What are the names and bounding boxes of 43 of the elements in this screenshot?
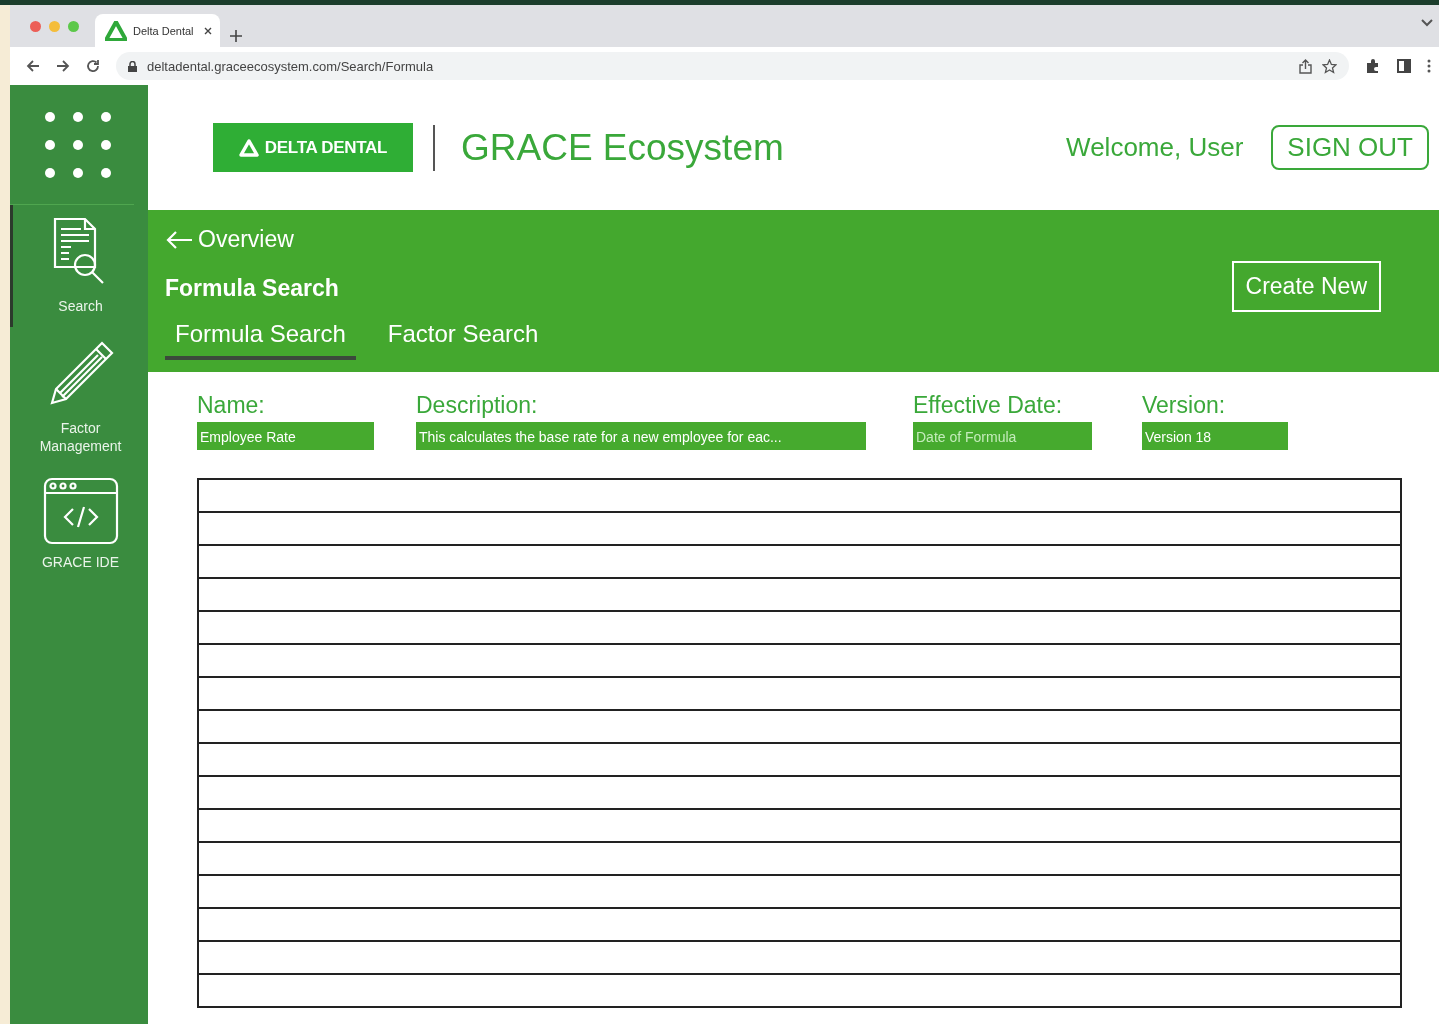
app-title: GRACE Ecosystem bbox=[461, 126, 785, 169]
sidebar-label: Search bbox=[58, 297, 103, 315]
field-label: Version: bbox=[1142, 392, 1227, 419]
input-field[interactable]: Date of Formula bbox=[913, 422, 1092, 450]
input-field[interactable]: This calculates the base rate for a new employee for eac... bbox=[416, 422, 866, 450]
reload-icon[interactable] bbox=[86, 59, 100, 73]
tab[interactable]: Formula Search bbox=[165, 320, 356, 360]
create-new-button[interactable]: Create New bbox=[1231, 261, 1381, 312]
tab-title: Delta Dental bbox=[133, 24, 194, 37]
logo-text: DELTA DENTAL bbox=[264, 137, 388, 158]
lock-icon bbox=[128, 60, 137, 72]
field-label: Name: bbox=[197, 392, 266, 419]
input-field[interactable]: Version 18 bbox=[1142, 422, 1288, 450]
page-title: Formula Search bbox=[165, 275, 340, 302]
code-window-icon bbox=[42, 477, 119, 545]
browser-tab[interactable]: Delta Dental bbox=[95, 14, 220, 47]
sidebar-label: Factor Management bbox=[38, 419, 123, 455]
puzzle-icon[interactable] bbox=[1365, 58, 1381, 74]
sidebar-panel-icon[interactable] bbox=[1397, 59, 1411, 73]
sidebar-label: GRACE IDE bbox=[42, 553, 119, 571]
close-tab-icon[interactable] bbox=[203, 26, 212, 35]
star-icon[interactable] bbox=[1322, 58, 1337, 74]
url-text: deltadental.graceecosystem.com/Search/Formula bbox=[147, 58, 435, 74]
more-menu-icon[interactable] bbox=[1427, 59, 1431, 73]
field-label: Effective Date: bbox=[913, 392, 1064, 419]
triangle-logo-icon bbox=[238, 138, 259, 157]
close-window-icon[interactable] bbox=[30, 20, 41, 32]
back-arrow-icon[interactable] bbox=[26, 59, 40, 73]
back-arrow-icon bbox=[165, 229, 193, 250]
overview-back-link[interactable]: Overview bbox=[165, 226, 294, 253]
tab[interactable]: Factor Search bbox=[377, 320, 549, 360]
triangle-logo-icon bbox=[105, 20, 127, 41]
chevron-down-icon[interactable] bbox=[1421, 19, 1433, 27]
sidebar-item[interactable]: GRACE IDE bbox=[10, 467, 148, 583]
sign-out-button[interactable]: SIGN OUT bbox=[1271, 125, 1429, 170]
forward-arrow-icon[interactable] bbox=[56, 59, 70, 73]
sidebar-item[interactable]: Factor Management bbox=[10, 327, 148, 467]
new-tab-icon[interactable] bbox=[229, 30, 242, 42]
share-icon[interactable] bbox=[1299, 58, 1312, 74]
welcome-text: Welcome, User bbox=[1066, 132, 1244, 163]
input-field[interactable]: Employee Rate bbox=[197, 422, 374, 450]
address-bar[interactable]: deltadental.graceecosystem.com/Search/Formula bbox=[116, 52, 1349, 80]
field-label: Description: bbox=[416, 392, 539, 419]
